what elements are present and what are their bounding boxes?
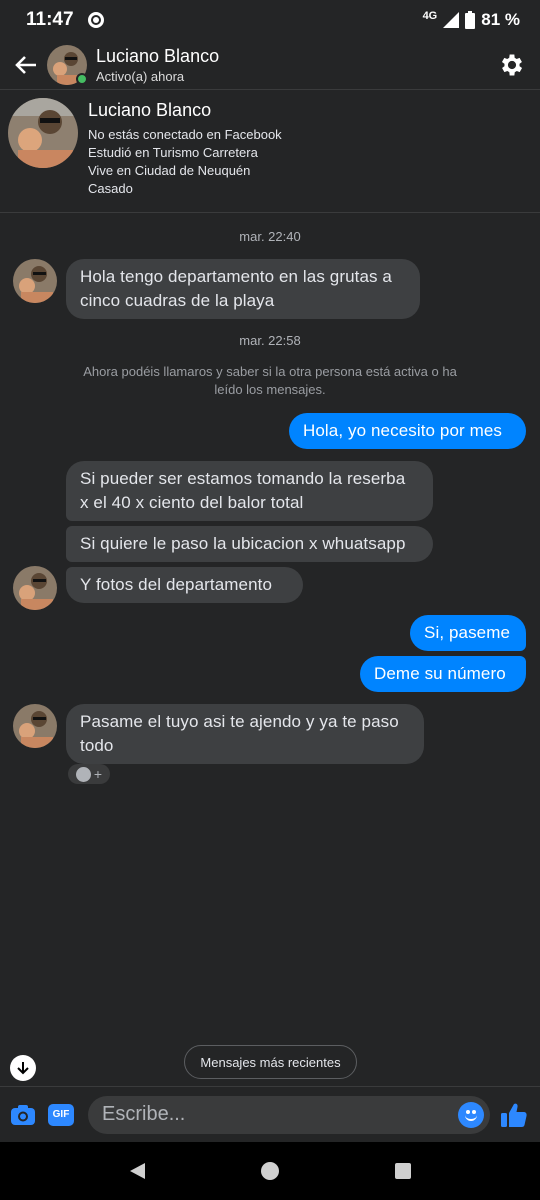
contact-status: Activo(a) ahora (96, 68, 185, 84)
smiley-icon (75, 766, 91, 782)
recent-messages-button[interactable]: Mensajes más recientes (184, 1045, 357, 1079)
plus-label: + (93, 766, 103, 782)
notice-line: leído los mensajes. (214, 382, 326, 397)
gif-button[interactable]: GIF (48, 1103, 74, 1126)
battery-level: 81 % (481, 10, 520, 29)
chrome-notification-icon (87, 12, 104, 28)
contact-name: Luciano Blanco (96, 45, 220, 66)
battery-icon (465, 11, 476, 29)
incoming-message[interactable]: Y fotos del departamento (66, 567, 303, 603)
timestamp: mar. 22:58 (239, 333, 301, 348)
emoji-icon[interactable] (458, 1101, 484, 1128)
nav-home-icon[interactable] (260, 1161, 280, 1181)
profile-card: Luciano Blanco No estás conectado en Fac… (0, 90, 540, 213)
incoming-message[interactable]: Si quiere le paso la ubicacion x whuatsa… (66, 526, 433, 562)
nav-recents-icon[interactable] (393, 1161, 413, 1181)
profile-photo (8, 98, 78, 168)
sender-avatar[interactable] (13, 566, 57, 610)
message-line: x el 40 x ciento del balor total (80, 493, 304, 512)
arrow-down-icon (17, 1062, 29, 1075)
outgoing-message[interactable]: Hola, yo necesito por mes (289, 413, 526, 449)
chat-header: Luciano Blanco Activo(a) ahora (0, 40, 540, 90)
message-input[interactable]: Escribe... (88, 1095, 490, 1134)
scroll-down-button[interactable] (10, 1055, 36, 1081)
message-line: Hola tengo departamento en las grutas a (80, 267, 392, 286)
profile-info: Luciano Blanco No estás conectado en Fac… (88, 98, 282, 212)
status-time: 11:47 (26, 9, 74, 30)
signal-icon (443, 12, 460, 28)
status-right: 4G 81 % (423, 10, 520, 30)
incoming-message[interactable]: Si pueder ser estamos tomando la reserba… (66, 461, 433, 521)
system-nav-bar (0, 1142, 540, 1200)
profile-location: Vive en Ciudad de Neuquén (88, 163, 251, 178)
message-line: Si pueder ser estamos tomando la reserba (80, 469, 406, 488)
input-placeholder: Escribe... (102, 1103, 186, 1125)
message-line: todo (80, 736, 114, 755)
header-text[interactable]: Luciano Blanco Activo(a) ahora (96, 46, 219, 84)
gear-icon[interactable] (498, 51, 526, 79)
network-type: 4G (422, 10, 438, 22)
nav-back-icon[interactable] (127, 1161, 147, 1181)
online-indicator (76, 72, 88, 85)
avatar[interactable] (47, 44, 88, 85)
profile-relationship: Casado (88, 181, 133, 196)
message-line: Pasame el tuyo asi te ajendo y ya te pas… (80, 712, 399, 731)
incoming-message[interactable]: Hola tengo departamento en las grutas a … (66, 259, 420, 319)
outgoing-message[interactable]: Deme su número (360, 656, 526, 692)
timestamp: mar. 22:40 (239, 229, 301, 244)
status-bar: 11:47 4G 81 % (0, 0, 540, 40)
profile-photo (13, 259, 57, 303)
sender-avatar[interactable] (13, 259, 57, 303)
profile-avatar[interactable] (8, 98, 78, 168)
thumbs-up-icon[interactable] (500, 1101, 528, 1129)
back-arrow-icon (15, 55, 36, 74)
back-button[interactable] (12, 51, 40, 79)
profile-photo (13, 566, 57, 610)
profile-name: Luciano Blanco (88, 100, 212, 120)
add-reaction-button[interactable]: + (68, 764, 110, 784)
sender-avatar[interactable] (13, 704, 57, 748)
notice-line: Ahora podéis llamaros y saber si la otra… (83, 364, 457, 379)
composer-bar: GIF Escribe... (0, 1086, 540, 1142)
outgoing-message[interactable]: Si, paseme (410, 615, 526, 651)
incoming-message[interactable]: Pasame el tuyo asi te ajendo y ya te pas… (66, 704, 424, 764)
profile-facebook: No estás conectado en Facebook (88, 127, 282, 142)
profile-education: Estudió en Turismo Carretera (88, 145, 258, 160)
profile-photo (13, 704, 57, 748)
camera-icon[interactable] (10, 1102, 36, 1128)
system-notice: Ahora podéis llamaros y saber si la otra… (70, 363, 470, 399)
message-line: cinco cuadras de la playa (80, 291, 275, 310)
